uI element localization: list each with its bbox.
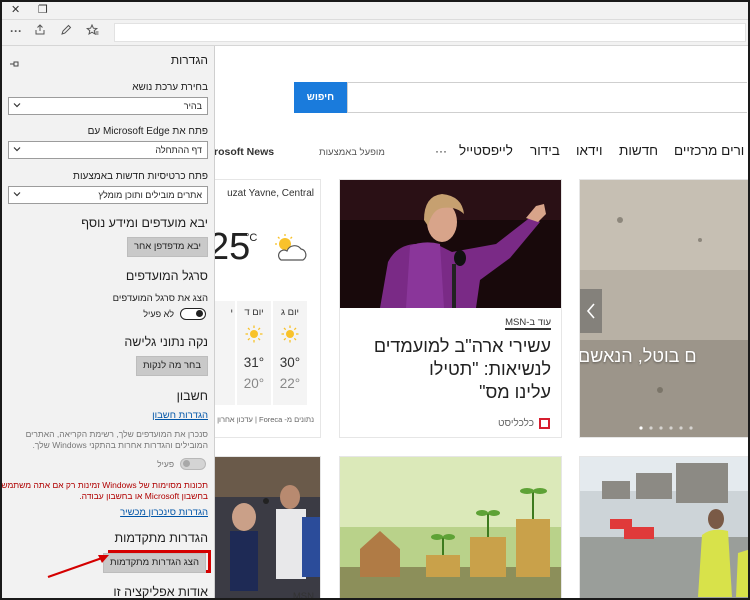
more-icon[interactable]: ··· <box>10 23 22 39</box>
advanced-heading: הגדרות מתקדמות <box>114 531 208 545</box>
sun-icon <box>281 325 299 343</box>
weather-card[interactable]: uzat Yavne, Central 25 °C יום ג 30° 22° … <box>215 179 321 438</box>
forecast-day-label: יום ג <box>280 307 300 318</box>
share-icon[interactable] <box>34 24 46 40</box>
account-heading: חשבון <box>176 389 208 403</box>
favbar-heading: סרגל המועדפים <box>125 269 208 283</box>
favbar-toggle-state: לא פעיל <box>143 309 174 319</box>
forecast-high: 30° <box>279 355 301 370</box>
annotation-arrow <box>47 555 109 579</box>
sync-settings-link[interactable]: הגדרות סינכרון מכשיר <box>120 507 208 519</box>
search-button[interactable]: חיפוש <box>294 82 347 113</box>
pen-icon[interactable] <box>60 24 72 40</box>
forecast-high: 31° <box>243 355 265 370</box>
carousel-prev-button[interactable] <box>580 289 602 333</box>
pin-icon[interactable] <box>9 55 20 73</box>
coins-image <box>340 457 561 598</box>
address-bar[interactable] <box>114 23 746 42</box>
clear-heading: נקה נתוני גלישה <box>124 335 208 349</box>
article-image <box>340 180 561 308</box>
article-source: כלכליסט <box>498 418 534 429</box>
new-tab-select-value: אתרים מובילים ותוכן מומלץ <box>98 190 202 200</box>
new-tab-page: חיפוש ורים מרכזיים חדשות וידאו בידור ליי… <box>215 46 748 600</box>
browser-window: ✕ ❐ ··· הגדרות בחירת ערכת נושא בהיר פתח … <box>0 0 750 600</box>
theme-select-value: בהיר <box>183 101 202 111</box>
bottom-card-crowd[interactable]: MSN <box>215 456 321 600</box>
carousel-dots <box>638 418 698 436</box>
nav-lifestyle[interactable]: לייפסטייל <box>459 142 513 160</box>
sync-warning-1: תכונות מסוימות של Windows זמינות רק אם א… <box>1 480 208 490</box>
title-bar: ✕ ❐ <box>2 2 748 20</box>
sync-warning-2: בחשבון Microsoft או בחשבון עבודה. <box>79 491 208 501</box>
sync-description-2: המובילים והגדרות אחרות בהתקני Windows של… <box>32 440 208 450</box>
chevron-down-icon <box>13 103 21 108</box>
theme-label: בחירת ערכת נושא <box>132 82 208 93</box>
powered-by-label: מופעל באמצעות <box>319 147 385 158</box>
msn-name: rosoft News <box>215 146 275 158</box>
sync-description-1: סנכרן את המועדפים שלך, רשימת הקריאה, האת… <box>25 429 208 439</box>
crowd-image <box>215 457 320 598</box>
weather-footer: נתונים מ- Foreca | עדכון אחרון <box>217 415 314 424</box>
chevron-down-icon <box>13 192 21 197</box>
bottom-card-finance[interactable] <box>339 456 562 598</box>
bottom-card-trucks[interactable] <box>579 456 748 598</box>
sun-icon <box>245 325 263 343</box>
forecast-low: 20° <box>243 376 265 391</box>
article-category: עוד ב-MSN <box>505 317 551 330</box>
close-icon[interactable]: ✕ <box>11 3 20 17</box>
favbar-toggle[interactable] <box>180 308 206 320</box>
advanced-settings-button[interactable]: הצג הגדרות מתקדמות <box>103 553 206 573</box>
weather-location: uzat Yavne, Central <box>227 188 314 199</box>
bottom-card-label: MSN <box>292 591 314 600</box>
nav-top-stories[interactable]: ורים מרכזיים <box>674 142 744 160</box>
favbar-toggle-label: הצג את סרגל המועדפים <box>112 293 208 304</box>
article-headline-line-2: לנשיאות: "תטילו <box>429 359 551 379</box>
settings-title: הגדרות <box>170 53 208 67</box>
favorites-hub-icon[interactable] <box>85 23 99 40</box>
article-headline-line-3: עלינו מס" <box>479 382 551 402</box>
clear-browsing-button[interactable]: בחר מה לנקות <box>135 356 208 376</box>
chevron-down-icon <box>13 147 21 152</box>
nav-video[interactable]: וידאו <box>576 142 602 160</box>
chevron-left-icon <box>586 303 595 319</box>
about-heading: אודות אפליקציה זו <box>113 585 208 599</box>
partly-cloudy-icon <box>275 234 307 261</box>
nav-news[interactable]: חדשות <box>619 142 658 160</box>
nav-more[interactable]: ··· <box>435 142 447 160</box>
theme-select[interactable]: בהיר <box>8 97 208 115</box>
article-card[interactable]: עוד ב-MSN עשירי ארה"ב למועמדים לנשיאות: … <box>339 179 562 438</box>
forecast-day: יום ד 31° 20° <box>237 301 271 405</box>
open-with-label: פתח את Microsoft Edge עם <box>87 126 208 137</box>
new-tab-label: פתח כרטיסיות חדשות באמצעות <box>73 171 208 182</box>
forecast-day-label: יום ד <box>244 307 264 318</box>
forecast-day: יום ג 30° 22° <box>273 301 307 405</box>
open-with-select-value: דף ההתחלה <box>155 145 202 155</box>
settings-panel: הגדרות בחירת ערכת נושא בהיר פתח את Micro… <box>1 46 215 599</box>
forecast-day: י <box>215 301 235 405</box>
forecast-day-label: י <box>230 307 233 318</box>
source-logo-icon <box>539 418 550 429</box>
trucks-image <box>580 457 748 598</box>
new-tab-select[interactable]: אתרים מובילים ותוכן מומלץ <box>8 186 208 204</box>
side-article-card[interactable]: ם בוטל, הנאשם <box>579 179 748 438</box>
browser-toolbar: ··· <box>2 20 748 46</box>
sync-toggle[interactable] <box>180 458 206 470</box>
article-headline-line-1: עשירי ארה"ב למועמדים <box>373 336 551 356</box>
nav-entertainment[interactable]: בידור <box>530 142 560 160</box>
weather-unit: °C <box>245 232 258 244</box>
import-button[interactable]: יבא מדפדפן אחר <box>126 237 208 257</box>
news-nav: ורים מרכזיים חדשות וידאו בידור לייפסטייל… <box>215 142 748 162</box>
sync-toggle-state: פעיל <box>157 459 174 469</box>
side-article-image <box>580 180 748 437</box>
open-with-select[interactable]: דף ההתחלה <box>8 141 208 159</box>
search-input[interactable] <box>347 82 747 113</box>
forecast-low: 22° <box>279 376 301 391</box>
account-settings-link[interactable]: הגדרות חשבון <box>152 410 208 422</box>
import-heading: יבא מועדפים ומידע נוסף <box>81 216 208 230</box>
side-article-headline: ם בוטל, הנאשם <box>579 346 697 366</box>
restore-icon[interactable]: ❐ <box>38 3 48 17</box>
